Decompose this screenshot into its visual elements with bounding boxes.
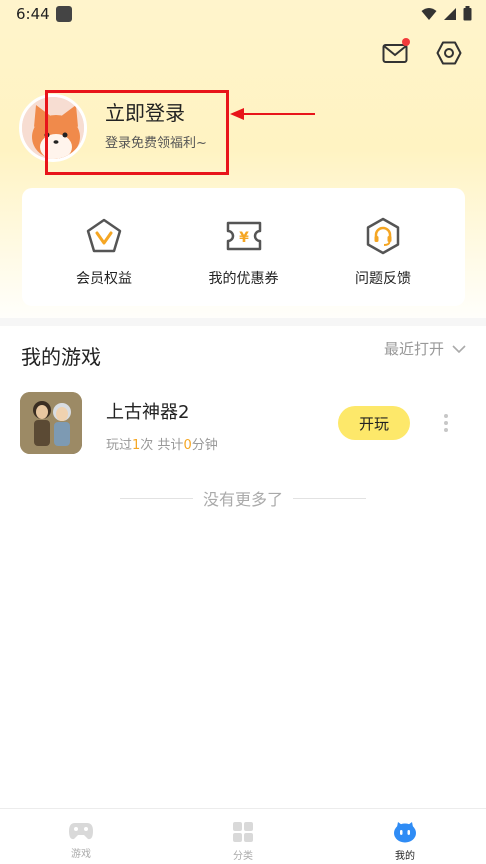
play-minutes: 0 [183,438,192,453]
status-bar: 6:44 [0,0,486,30]
annotation-arrow-icon [230,108,315,120]
settings-button[interactable] [434,38,464,68]
no-more-indicator: 没有更多了 [120,486,367,510]
battery-icon [463,6,472,21]
divider-line [293,497,367,499]
wifi-icon [421,7,437,20]
feature-vip-benefits[interactable]: 会员权益 [44,188,164,306]
annotation-highlight-box [45,90,229,175]
feature-label: 问题反馈 [355,271,411,287]
nav-label: 游戏 [71,849,91,860]
settings-icon [436,41,462,65]
play-button[interactable]: 开玩 [338,406,410,440]
messages-button[interactable] [380,38,410,68]
status-time: 6:44 [16,5,50,23]
divider-line [120,497,193,499]
game-thumbnail[interactable] [20,392,82,454]
features-card: 会员权益 ¥ 我的优惠券 问题反馈 [22,188,465,306]
game-list-item[interactable]: 上古神器2 玩过1次 共计0分钟 开玩 [20,392,466,456]
unread-badge [402,38,410,46]
nav-tab-games[interactable]: 游戏 [0,809,162,864]
nav-label: 我的 [395,851,415,862]
chevron-down-icon [452,344,466,353]
header-actions [380,38,464,68]
stats-suffix: 分钟 [191,438,218,453]
headset-icon [366,217,400,255]
game-cover-art-icon [20,392,82,454]
profile-mascot-icon [394,822,416,843]
status-icons [421,6,472,21]
gamepad-icon [69,823,93,840]
notification-app-icon [56,6,72,22]
nav-label: 分类 [233,851,253,862]
vip-badge-icon [86,218,122,253]
feature-my-coupons[interactable]: ¥ 我的优惠券 [184,188,304,306]
feature-label: 我的优惠券 [208,271,279,287]
no-more-text: 没有更多了 [203,490,284,509]
signal-icon [444,7,456,20]
nav-tab-categories[interactable]: 分类 [162,809,324,864]
section-divider [0,318,486,326]
sort-dropdown[interactable]: 最近打开 [384,338,466,359]
feature-label: 会员权益 [76,271,132,287]
game-play-stats: 玩过1次 共计0分钟 [106,434,218,453]
my-games-title: 我的游戏 [21,345,101,369]
bottom-nav: 游戏 分类 我的 [0,808,486,864]
sort-label: 最近打开 [383,340,444,358]
stats-mid: 次 共计 [140,438,184,453]
nav-tab-mine[interactable]: 我的 [324,809,486,864]
more-options-icon[interactable] [440,414,452,434]
svg-text:¥: ¥ [239,230,249,246]
game-title[interactable]: 上古神器2 [106,398,189,424]
stats-prefix: 玩过 [106,438,133,453]
coupon-icon: ¥ [226,221,261,251]
category-grid-icon [233,822,253,842]
feature-feedback[interactable]: 问题反馈 [323,188,443,306]
